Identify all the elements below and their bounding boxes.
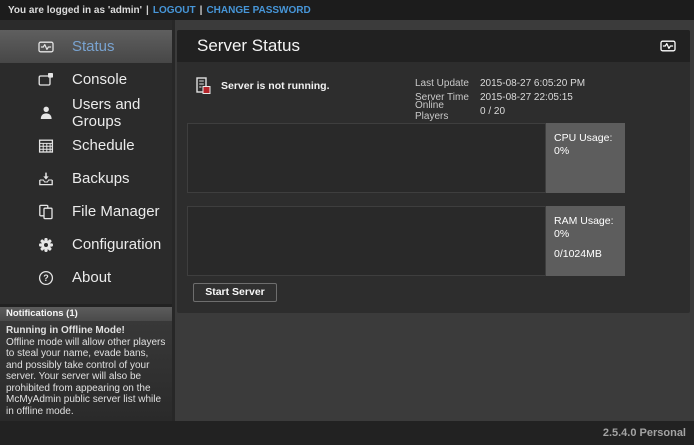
card-header: Server Status (177, 30, 690, 62)
topbar: You are logged in as 'admin' | LOGOUT | … (0, 0, 694, 20)
server-status-card: Server Status Server is not running. Las… (177, 30, 690, 313)
sidebar: Status Console Users and Groups Schedule (0, 20, 175, 421)
logged-in-text: You are logged in as 'admin' (8, 5, 142, 16)
server-info-block: Last Update 2015-08-27 6:05:20 PM Server… (415, 76, 585, 118)
notifications-panel: Running in Offline Mode! Offline mode wi… (0, 321, 172, 421)
sidebar-item-configuration[interactable]: Configuration (0, 228, 172, 261)
ram-usage-detail: 0/1024MB (554, 248, 621, 261)
ram-usage-label: RAM Usage: (554, 215, 621, 228)
page-title: Server Status (197, 36, 300, 56)
sidebar-item-users-and-groups[interactable]: Users and Groups (0, 96, 172, 129)
separator: | (200, 5, 203, 16)
sidebar-item-label: About (72, 269, 111, 286)
backups-icon (36, 170, 56, 187)
separator: | (146, 5, 149, 16)
sidebar-item-label: Configuration (72, 236, 161, 253)
notification-title: Running in Offline Mode! (6, 325, 166, 337)
change-password-link[interactable]: CHANGE PASSWORD (206, 5, 310, 16)
sidebar-item-about[interactable]: ? About (0, 261, 172, 294)
version-text: 2.5.4.0 Personal (603, 427, 686, 439)
svg-text:?: ? (43, 273, 49, 283)
server-stopped-icon (195, 76, 212, 96)
file-manager-icon (36, 203, 56, 220)
console-icon (36, 71, 56, 88)
sidebar-item-label: Status (72, 38, 115, 55)
start-server-button[interactable]: Start Server (193, 283, 277, 302)
cpu-usage-label-box: CPU Usage: 0% (546, 123, 625, 193)
info-value: 2015-08-27 6:05:20 PM (480, 78, 585, 89)
footer-bar: 2.5.4.0 Personal (0, 421, 694, 445)
sidebar-item-label: Schedule (72, 137, 135, 154)
info-row: Online Players 0 / 20 (415, 104, 585, 118)
cpu-usage-chart (187, 123, 546, 193)
ram-usage-value: 0% (554, 228, 621, 241)
sidebar-item-backups[interactable]: Backups (0, 162, 172, 195)
server-status-message: Server is not running. (221, 80, 330, 92)
sidebar-item-status[interactable]: Status (0, 30, 172, 63)
info-label: Online Players (415, 100, 480, 122)
sidebar-item-label: Console (72, 71, 127, 88)
sidebar-item-label: File Manager (72, 203, 160, 220)
info-row: Last Update 2015-08-27 6:05:20 PM (415, 76, 585, 90)
notifications-header: Notifications (1) (0, 307, 172, 321)
sidebar-menu: Status Console Users and Groups Schedule (0, 20, 172, 294)
cpu-usage-value: 0% (554, 145, 621, 158)
ram-usage-label-box: RAM Usage: 0% 0/1024MB (546, 206, 625, 276)
sidebar-item-label: Users and Groups (72, 96, 172, 130)
cpu-usage-row: CPU Usage: 0% (187, 123, 625, 193)
cpu-usage-label: CPU Usage: (554, 132, 621, 145)
status-icon (36, 38, 56, 55)
logout-link[interactable]: LOGOUT (153, 5, 196, 16)
users-icon (36, 104, 56, 121)
info-value: 2015-08-27 22:05:15 (480, 92, 573, 103)
notification-text: Offline mode will allow other players to… (6, 337, 166, 418)
sidebar-item-file-manager[interactable]: File Manager (0, 195, 172, 228)
gear-icon (36, 236, 56, 253)
info-label: Last Update (415, 78, 480, 89)
info-value: 0 / 20 (480, 106, 505, 117)
ram-usage-chart (187, 206, 546, 276)
ram-usage-row: RAM Usage: 0% 0/1024MB (187, 206, 625, 276)
schedule-icon (36, 137, 56, 154)
sidebar-item-label: Backups (72, 170, 130, 187)
question-icon: ? (36, 269, 56, 286)
sidebar-item-schedule[interactable]: Schedule (0, 129, 172, 162)
sidebar-item-console[interactable]: Console (0, 63, 172, 96)
server-status-row: Server is not running. (195, 76, 330, 96)
status-graph-icon[interactable] (659, 38, 677, 54)
